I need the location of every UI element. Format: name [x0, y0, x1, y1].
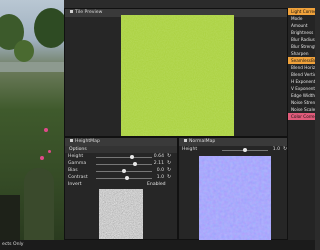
flower: [48, 150, 51, 153]
heightmap-param-row: Contrast 1.0 ↻: [68, 175, 176, 181]
param-label: Height: [68, 154, 84, 159]
param-slider-knob[interactable]: [133, 162, 138, 166]
sidebar-setting-item[interactable]: Sharpen: [288, 50, 315, 57]
heightmap-title: HeightMap: [65, 138, 177, 146]
invert-value[interactable]: Enabled: [147, 182, 166, 187]
reset-icon[interactable]: ↻: [167, 168, 172, 173]
sidebar-setting-item[interactable]: Noise Scale: [288, 106, 315, 113]
param-slider-knob[interactable]: [122, 169, 126, 173]
reset-icon[interactable]: ↻: [167, 154, 172, 159]
status-text: ects Only: [2, 242, 24, 247]
seamless-border-header[interactable]: SeamlessBorder: [288, 57, 315, 64]
param-label: Bias: [68, 168, 78, 173]
reset-icon[interactable]: ↻: [167, 175, 172, 180]
heightmap-param-row: Bias 0.0 ↻: [68, 168, 176, 174]
param-slider[interactable]: [96, 164, 152, 165]
param-value: 2.11: [153, 161, 164, 166]
tile-preview-image: [121, 15, 234, 136]
param-slider[interactable]: [96, 157, 152, 158]
sidebar-setting-item[interactable]: H Exponent: [288, 78, 315, 85]
heightmap-param-row: Height 0.64 ↻: [68, 154, 176, 160]
param-value: 0.64: [153, 154, 164, 159]
flower: [40, 156, 44, 160]
sidebar-setting-item[interactable]: Amount: [288, 22, 315, 29]
normalmap-panel: NormalMap Height 1.0 ↻: [178, 137, 288, 240]
status-bar: ects Only: [0, 240, 315, 250]
sidebar-setting-item[interactable]: Noise Strength: [288, 99, 315, 106]
tree: [34, 8, 64, 48]
panel-icon: [70, 139, 73, 142]
param-slider-knob[interactable]: [129, 155, 134, 159]
panel-icon: [184, 139, 187, 142]
sidebar-setting-item[interactable]: Brightness: [288, 29, 315, 36]
tree: [14, 40, 34, 62]
param-value: 1.0: [156, 175, 164, 180]
path: [0, 62, 64, 72]
sidebar-setting-item[interactable]: Blend Vertical: [288, 71, 315, 78]
param-label: Contrast: [68, 175, 88, 180]
heightmap-image: [99, 189, 143, 239]
normal-height-row: Height 1.0 ↻: [182, 146, 288, 152]
settings-sidebar: Light Correct ModeAmountBrightnessBlur R…: [288, 8, 315, 240]
fence-post: [0, 195, 20, 240]
sidebar-setting-item[interactable]: Edge Width: [288, 92, 315, 99]
sidebar-setting-item[interactable]: V Exponent: [288, 85, 315, 92]
param-slider-knob[interactable]: [124, 176, 129, 180]
sidebar-setting-item[interactable]: Blur Radius: [288, 36, 315, 43]
param-value: 0.0: [156, 168, 164, 173]
mossy-post: [24, 168, 54, 240]
normalmap-image: [199, 156, 271, 240]
options-header[interactable]: Options: [65, 146, 177, 153]
light-correction-header[interactable]: Light Correct: [288, 8, 315, 15]
heightmap-panel: HeightMap Options Invert Enabled Height 0…: [64, 137, 178, 240]
panel-icon: [70, 10, 73, 13]
sidebar-setting-item[interactable]: Blur Strength: [288, 43, 315, 50]
param-label: Gamma: [68, 161, 87, 166]
viewport-3d[interactable]: [0, 0, 64, 240]
color-correction-header[interactable]: Color Correct: [288, 113, 315, 120]
heightmap-param-row: Gamma 2.11 ↻: [68, 161, 176, 167]
top-bar: [64, 0, 315, 8]
param-slider[interactable]: [96, 178, 152, 179]
reset-icon[interactable]: ↻: [167, 161, 172, 166]
flower: [44, 128, 48, 132]
normal-height-knob[interactable]: [243, 148, 247, 152]
sidebar-setting-item[interactable]: Mode: [288, 15, 315, 22]
normalmap-title: NormalMap: [179, 138, 287, 146]
invert-label: Invert: [68, 182, 82, 187]
tile-preview-panel: Tile Preview: [64, 8, 288, 137]
sidebar-setting-item[interactable]: Blend Horizontal: [288, 64, 315, 71]
